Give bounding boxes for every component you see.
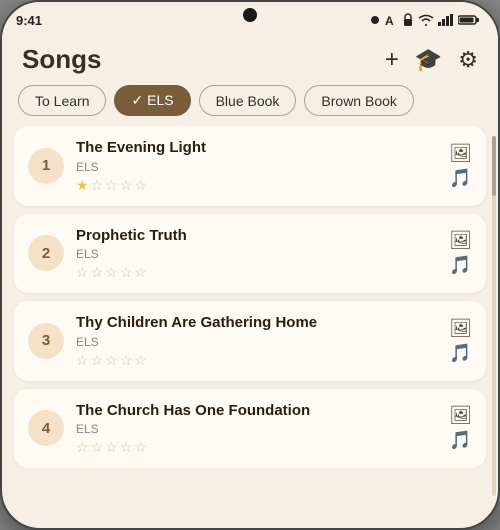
song-stars-4: ☆☆☆☆☆ — [76, 439, 437, 456]
song-list-container: 1 The Evening Light ELS ★☆☆☆☆ 🖼 🎵 2 Pro — [2, 126, 498, 506]
filter-brown-book[interactable]: Brown Book — [304, 85, 413, 116]
add-button[interactable]: + — [385, 46, 399, 74]
song-card-1[interactable]: 1 The Evening Light ELS ★☆☆☆☆ 🖼 🎵 — [14, 126, 486, 206]
image-icon-3[interactable]: 🖼 — [449, 318, 472, 339]
wifi-icon — [418, 14, 434, 26]
song-card-2[interactable]: 2 Prophetic Truth ELS ☆☆☆☆☆ 🖼 🎵 — [14, 214, 486, 294]
scroll-thumb[interactable] — [492, 136, 496, 196]
song-info-4: The Church Has One Foundation ELS ☆☆☆☆☆ — [76, 401, 437, 457]
phone-frame: 9:41 A — [0, 0, 500, 530]
status-icons: A — [370, 13, 480, 27]
song-title-4: The Church Has One Foundation — [76, 401, 437, 421]
song-subtitle-1: ELS — [76, 160, 437, 174]
header-actions: + 🎓 ⚙ — [385, 46, 478, 74]
song-actions-4: 🖼 🎵 — [449, 405, 472, 451]
page-title: Songs — [22, 44, 101, 75]
camera-notch — [243, 8, 257, 22]
music-icon-2[interactable]: 🎵 — [449, 255, 471, 276]
filter-blue-book[interactable]: Blue Book — [199, 85, 297, 116]
a-icon: A — [384, 13, 398, 27]
lock-icon — [402, 13, 414, 27]
battery-icon — [458, 14, 480, 26]
song-info-2: Prophetic Truth ELS ☆☆☆☆☆ — [76, 226, 437, 282]
song-title-1: The Evening Light — [76, 138, 437, 158]
song-card-3[interactable]: 3 Thy Children Are Gathering Home ELS ☆☆… — [14, 301, 486, 381]
image-icon-1[interactable]: 🖼 — [449, 143, 472, 164]
song-title-3: Thy Children Are Gathering Home — [76, 313, 437, 333]
song-title-2: Prophetic Truth — [76, 226, 437, 246]
song-list: 1 The Evening Light ELS ★☆☆☆☆ 🖼 🎵 2 Pro — [2, 126, 498, 468]
song-stars-1: ★☆☆☆☆ — [76, 177, 437, 194]
header: Songs + 🎓 ⚙ — [2, 38, 498, 85]
settings-icon[interactable]: ⚙ — [458, 47, 478, 73]
song-number-4: 4 — [28, 410, 64, 446]
music-icon-1[interactable]: 🎵 — [449, 168, 471, 189]
filter-to-learn[interactable]: To Learn — [18, 85, 106, 116]
song-stars-3: ☆☆☆☆☆ — [76, 352, 437, 369]
notification-dot-icon — [370, 15, 380, 25]
filter-els[interactable]: ELS — [114, 85, 190, 116]
song-subtitle-4: ELS — [76, 422, 437, 436]
song-card-4[interactable]: 4 The Church Has One Foundation ELS ☆☆☆☆… — [14, 389, 486, 469]
song-actions-3: 🖼 🎵 — [449, 318, 472, 364]
song-number-2: 2 — [28, 235, 64, 271]
song-info-3: Thy Children Are Gathering Home ELS ☆☆☆☆… — [76, 313, 437, 369]
music-icon-4[interactable]: 🎵 — [449, 430, 471, 451]
image-icon-2[interactable]: 🖼 — [449, 230, 472, 251]
scroll-track — [492, 136, 496, 496]
song-actions-2: 🖼 🎵 — [449, 230, 472, 276]
graduation-icon[interactable]: 🎓 — [415, 47, 442, 73]
song-info-1: The Evening Light ELS ★☆☆☆☆ — [76, 138, 437, 194]
song-subtitle-2: ELS — [76, 247, 437, 261]
song-stars-2: ☆☆☆☆☆ — [76, 264, 437, 281]
song-actions-1: 🖼 🎵 — [449, 143, 472, 189]
song-number-3: 3 — [28, 323, 64, 359]
filter-bar: To Learn ELS Blue Book Brown Book — [2, 85, 498, 126]
music-icon-3[interactable]: 🎵 — [449, 343, 471, 364]
status-time: 9:41 — [16, 13, 42, 28]
svg-text:A: A — [385, 14, 394, 27]
signal-icon — [438, 14, 454, 26]
song-subtitle-3: ELS — [76, 335, 437, 349]
song-number-1: 1 — [28, 148, 64, 184]
image-icon-4[interactable]: 🖼 — [449, 405, 472, 426]
status-bar: 9:41 A — [2, 2, 498, 38]
